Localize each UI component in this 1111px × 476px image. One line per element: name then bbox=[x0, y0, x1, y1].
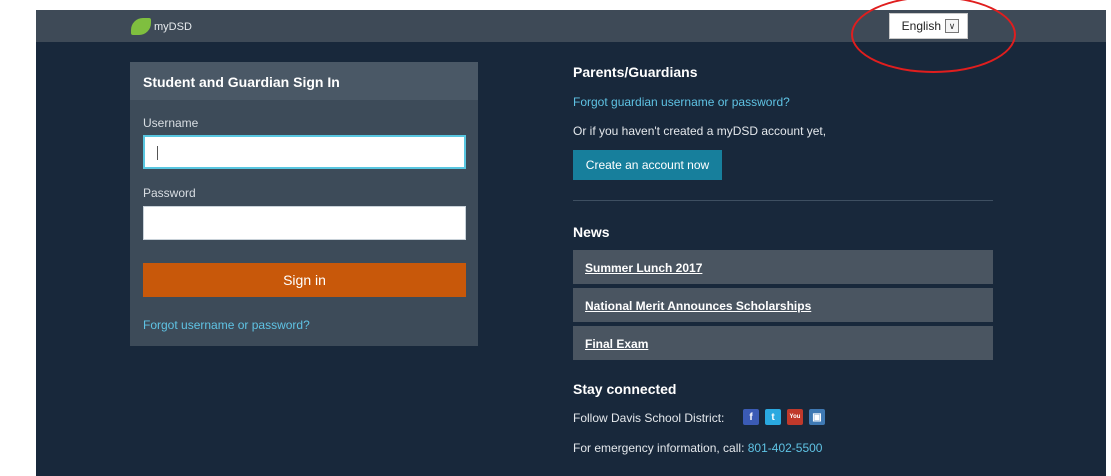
youtube-icon[interactable]: You bbox=[787, 409, 803, 425]
password-input[interactable] bbox=[143, 206, 466, 240]
emergency-info: For emergency information, call: 801-402… bbox=[573, 441, 822, 455]
facebook-icon[interactable]: f bbox=[743, 409, 759, 425]
signin-panel: Student and Guardian Sign In Username Pa… bbox=[130, 62, 478, 346]
news-item-national-merit[interactable]: National Merit Announces Scholarships bbox=[573, 288, 993, 322]
stay-connected-title: Stay connected bbox=[573, 381, 677, 397]
section-divider bbox=[573, 200, 993, 201]
emergency-phone-link[interactable]: 801-402-5500 bbox=[748, 441, 823, 455]
create-account-prompt: Or if you haven't created a myDSD accoun… bbox=[573, 124, 827, 138]
news-item-final-exam[interactable]: Final Exam bbox=[573, 326, 993, 360]
signin-title: Student and Guardian Sign In bbox=[130, 62, 478, 100]
instagram-icon[interactable]: ▣ bbox=[809, 409, 825, 425]
emergency-prefix: For emergency information, call: bbox=[573, 441, 745, 455]
follow-text: Follow Davis School District: bbox=[573, 411, 725, 425]
text-caret bbox=[157, 146, 158, 160]
username-input[interactable] bbox=[143, 135, 466, 169]
logo-text: myDSD bbox=[154, 20, 192, 33]
mydsd-logo[interactable]: myDSD bbox=[131, 18, 192, 35]
password-label: Password bbox=[143, 186, 196, 200]
username-label: Username bbox=[143, 116, 199, 130]
forgot-username-link[interactable]: Forgot username or password? bbox=[143, 318, 310, 332]
leaf-icon bbox=[131, 18, 151, 35]
news-title: News bbox=[573, 224, 610, 240]
guardians-title: Parents/Guardians bbox=[573, 64, 698, 80]
create-account-button[interactable]: Create an account now bbox=[573, 150, 722, 180]
signin-button[interactable]: Sign in bbox=[143, 263, 466, 297]
social-icons: f t You ▣ bbox=[743, 409, 831, 425]
news-item-summer-lunch[interactable]: Summer Lunch 2017 bbox=[573, 250, 993, 284]
twitter-icon[interactable]: t bbox=[765, 409, 781, 425]
forgot-guardian-link[interactable]: Forgot guardian username or password? bbox=[573, 95, 790, 109]
